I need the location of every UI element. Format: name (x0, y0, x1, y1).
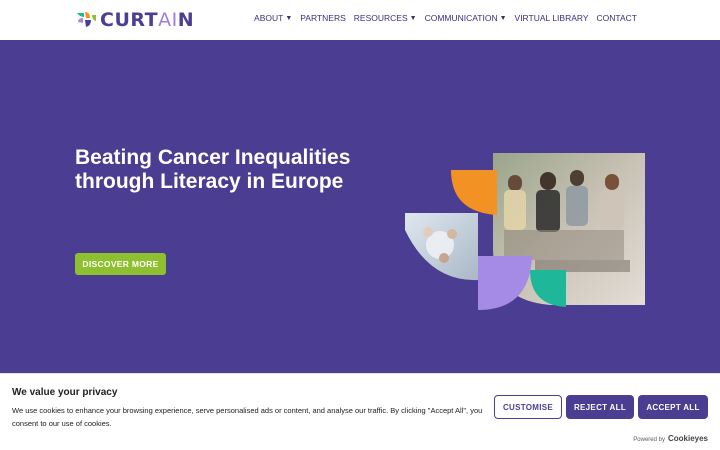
logo-mark-icon (77, 12, 96, 27)
powered-by-label: Powered by (633, 437, 665, 443)
nav-about[interactable]: ABOUT ▼ (254, 13, 292, 23)
nav-resources[interactable]: RESOURCES ▼ (354, 13, 417, 23)
lavender-decor-shape (478, 256, 532, 310)
cookieyes-brand: Cookieyes (667, 434, 708, 443)
hero-title: Beating Cancer Inequalities through Lite… (75, 146, 351, 193)
powered-by[interactable]: Powered by Cookieyes (633, 434, 708, 443)
cookie-text: We use cookies to enhance your browsing … (12, 406, 483, 428)
hero-collage-image (405, 153, 645, 310)
main-nav: ABOUT ▼ PARTNERS RESOURCES ▼ COMMUNICATION… (254, 13, 637, 23)
discover-more-button[interactable]: DISCOVER MORE (75, 253, 166, 275)
nav-contact[interactable]: CONTACT (597, 13, 637, 23)
logo-text: CURTAIN (100, 9, 195, 31)
orange-decor-shape (451, 170, 497, 215)
nav-communication[interactable]: COMMUNICATION ▼ (425, 13, 507, 23)
customise-button[interactable]: CUSTOMISE (494, 395, 562, 419)
chevron-down-icon: ▼ (409, 14, 417, 22)
chevron-down-icon: ▼ (285, 14, 293, 22)
chevron-down-icon: ▼ (499, 14, 507, 22)
nav-partners[interactable]: PARTNERS (300, 13, 346, 23)
nav-virtual-library[interactable]: VIRTUAL LIBRARY (515, 13, 589, 23)
site-header: CURTAIN ABOUT ▼ PARTNERS RESOURCES ▼ COMMU… (0, 0, 720, 40)
reject-all-button[interactable]: REJECT ALL (566, 395, 634, 419)
logo[interactable]: CURTAIN (75, 9, 194, 31)
accept-all-button[interactable]: ACCEPT ALL (638, 395, 708, 419)
cookie-banner: We value your privacy We use cookies to … (0, 373, 720, 450)
cookie-title: We value your privacy (12, 387, 118, 398)
